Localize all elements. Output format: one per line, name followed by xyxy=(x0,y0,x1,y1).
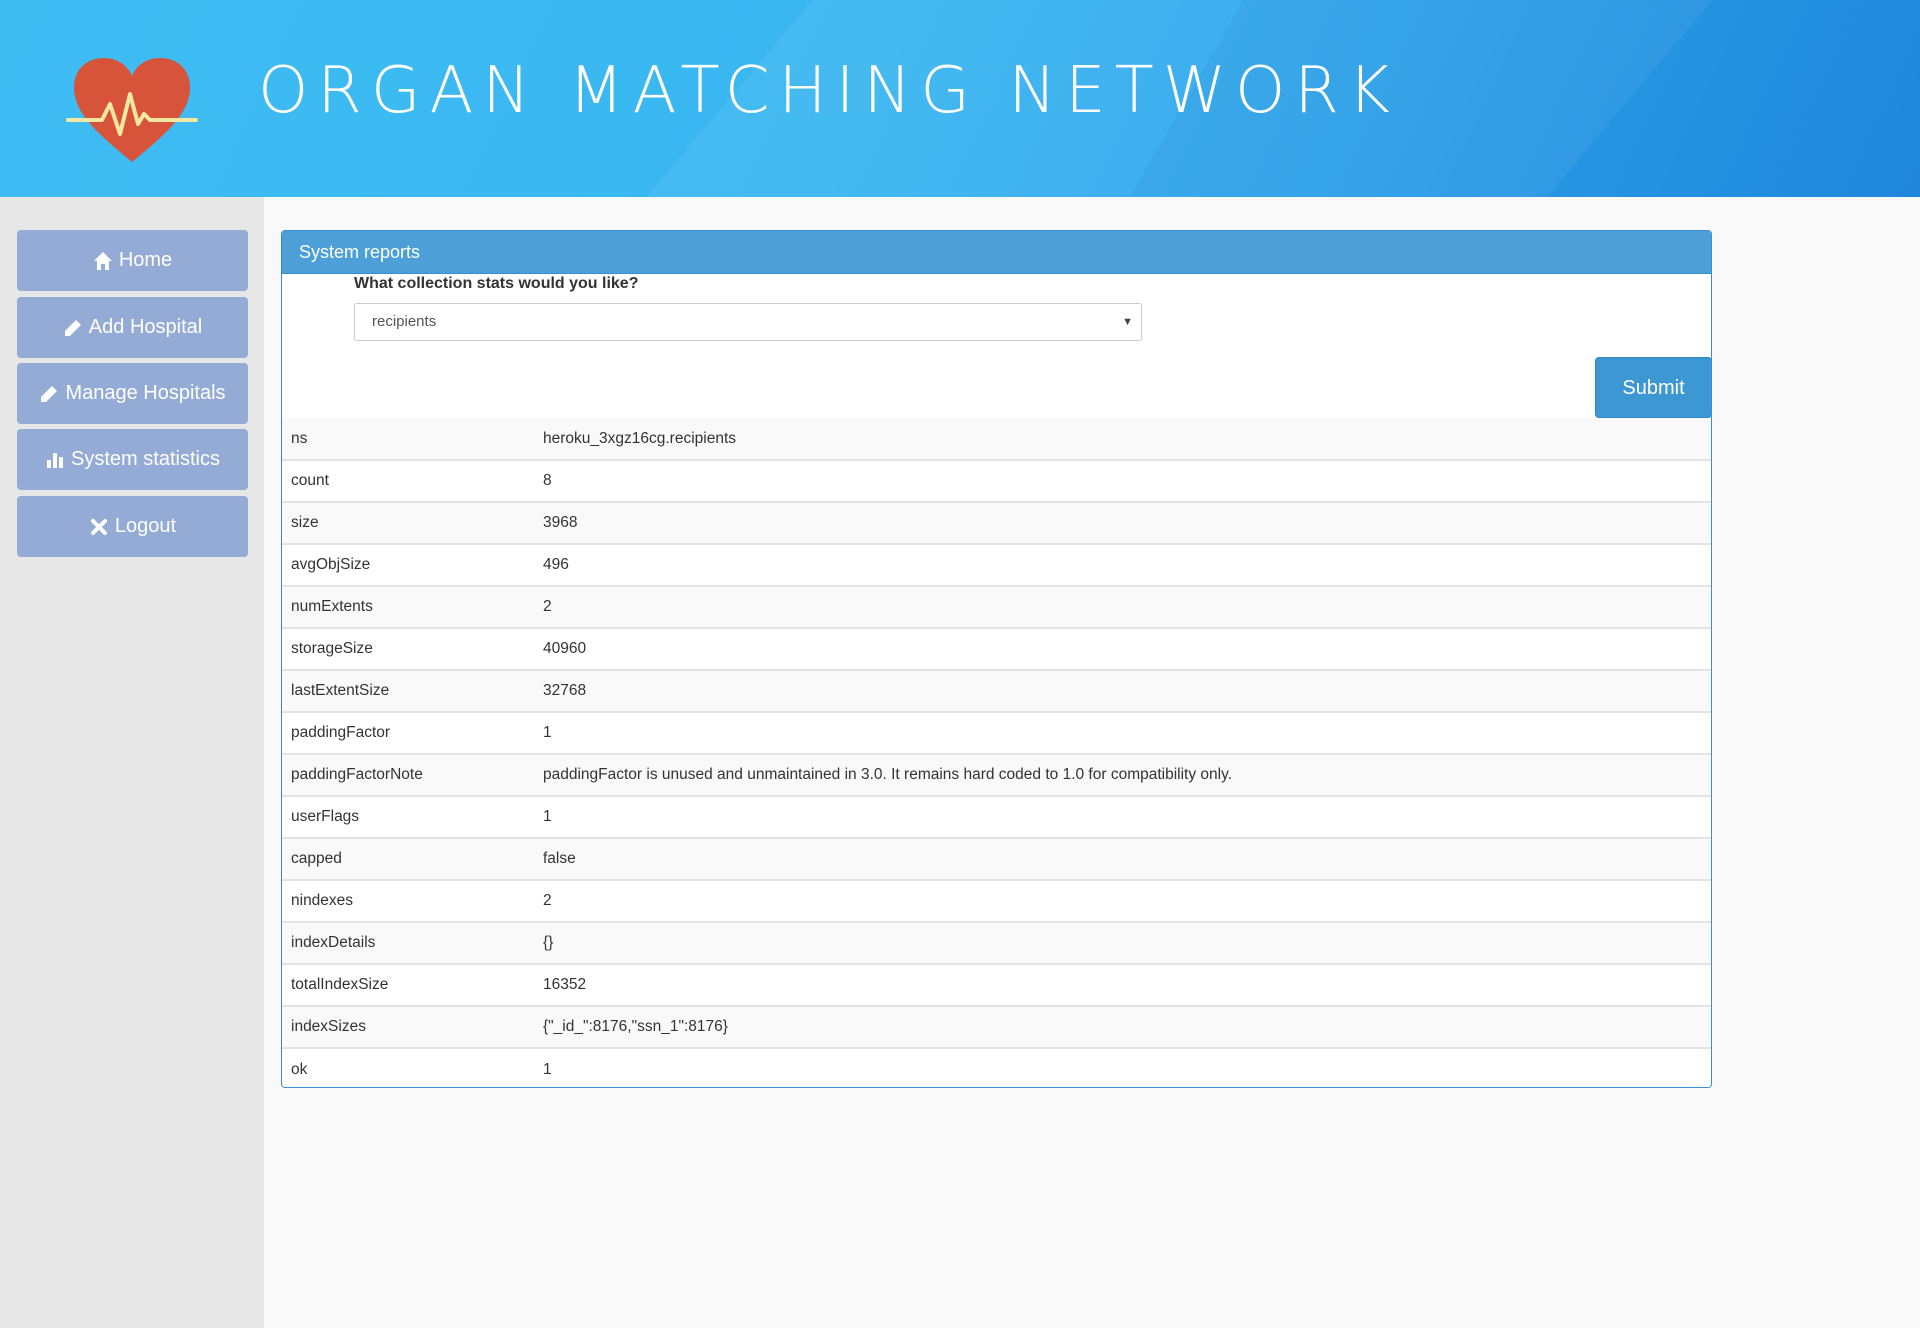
sidebar-item-label: Add Hospital xyxy=(88,316,203,338)
table-row: totalIndexSize 16352 xyxy=(282,964,1711,1006)
stat-key: userFlags xyxy=(291,808,360,825)
sidebar-item-home[interactable]: Home xyxy=(17,230,248,291)
sidebar-item-label: Manage Hospitals xyxy=(65,382,226,404)
sidebar-item-label: Logout xyxy=(114,515,177,537)
stat-key: paddingFactor xyxy=(291,724,391,741)
page-header: ORGAN MATCHING NETWORK xyxy=(0,0,1920,197)
stat-value: 2 xyxy=(543,892,552,909)
table-row: nindexes 2 xyxy=(282,880,1711,922)
stat-key: size xyxy=(291,514,319,531)
heart-pulse-icon xyxy=(66,58,198,162)
table-row: ok 1 xyxy=(282,1048,1711,1087)
sidebar: Home Add Hospital Manage Hospitals Syste… xyxy=(0,197,264,1328)
pencil-icon xyxy=(64,319,81,336)
stat-value: 1 xyxy=(543,1060,552,1078)
sidebar-item-manage-hospitals[interactable]: Manage Hospitals xyxy=(17,363,248,424)
panel-title: System reports xyxy=(282,231,1711,274)
stat-value: 1 xyxy=(543,724,552,741)
pencil-icon xyxy=(41,385,58,402)
bar-chart-icon xyxy=(47,452,64,468)
stat-value: 1 xyxy=(543,808,552,825)
system-reports-panel: System reports What collection stats wou… xyxy=(281,230,1712,1088)
collection-select-value: recipients xyxy=(372,313,437,330)
stat-key: indexSizes xyxy=(291,1018,366,1035)
sidebar-item-add-hospital[interactable]: Add Hospital xyxy=(17,297,248,358)
table-row: ns heroku_3xgz16cg.recipients xyxy=(282,418,1711,460)
table-row: size 3968 xyxy=(282,502,1711,544)
stat-value: {} xyxy=(543,934,554,951)
stat-key: nindexes xyxy=(291,892,354,909)
site-title: ORGAN MATCHING NETWORK xyxy=(258,54,1399,128)
chevron-down-icon: ▼ xyxy=(1122,316,1133,328)
stat-value: 496 xyxy=(543,556,569,573)
stat-value: 16352 xyxy=(543,976,587,993)
table-row: storageSize 40960 xyxy=(282,628,1711,670)
sidebar-item-label: Home xyxy=(118,249,173,271)
stat-value: heroku_3xgz16cg.recipients xyxy=(543,429,737,447)
table-row: indexSizes {"_id_":8176,"ssn_1":8176} xyxy=(282,1006,1711,1048)
stat-key: storageSize xyxy=(291,640,373,657)
stat-value: 8 xyxy=(543,472,552,489)
stat-value: {"_id_":8176,"ssn_1":8176} xyxy=(543,1018,728,1035)
collection-select[interactable]: recipients ▼ xyxy=(354,303,1142,341)
collection-question-label: What collection stats would you like? xyxy=(354,275,639,292)
close-icon xyxy=(90,518,107,535)
table-row: paddingFactor 1 xyxy=(282,712,1711,754)
stat-key: capped xyxy=(291,850,342,867)
stat-value: paddingFactor is unused and unmaintained… xyxy=(543,766,1233,783)
table-row: avgObjSize 496 xyxy=(282,544,1711,586)
table-row: indexDetails {} xyxy=(282,922,1711,964)
stat-value: 2 xyxy=(543,598,552,615)
stat-value: 32768 xyxy=(543,682,587,699)
submit-button[interactable]: Submit xyxy=(1595,357,1711,418)
table-row: capped false xyxy=(282,838,1711,880)
home-icon xyxy=(93,251,112,270)
stat-value: false xyxy=(543,850,576,867)
stats-table: ns heroku_3xgz16cg.recipientscount 8 size 39… xyxy=(282,418,1711,1087)
sidebar-item-label: System statistics xyxy=(71,448,220,470)
stat-key: avgObjSize xyxy=(291,556,371,573)
stat-key: lastExtentSize xyxy=(291,682,390,699)
table-row: count 8 xyxy=(282,460,1711,502)
table-row: userFlags 1 xyxy=(282,796,1711,838)
stat-value: 3968 xyxy=(543,514,578,531)
stat-value: 40960 xyxy=(543,640,587,657)
sidebar-item-system-statistics[interactable]: System statistics xyxy=(17,429,248,490)
stat-key: ns xyxy=(291,429,308,447)
stat-key: ok xyxy=(291,1060,308,1078)
table-row: paddingFactorNote paddingFactor is unused… xyxy=(282,754,1711,796)
sidebar-item-logout[interactable]: Logout xyxy=(17,496,248,557)
stat-key: numExtents xyxy=(291,598,373,615)
stat-key: indexDetails xyxy=(291,934,376,951)
table-row: lastExtentSize 32768 xyxy=(282,670,1711,712)
table-row: numExtents 2 xyxy=(282,586,1711,628)
stat-key: count xyxy=(291,472,329,489)
stat-key: paddingFactorNote xyxy=(291,766,423,783)
stat-key: totalIndexSize xyxy=(291,976,389,993)
